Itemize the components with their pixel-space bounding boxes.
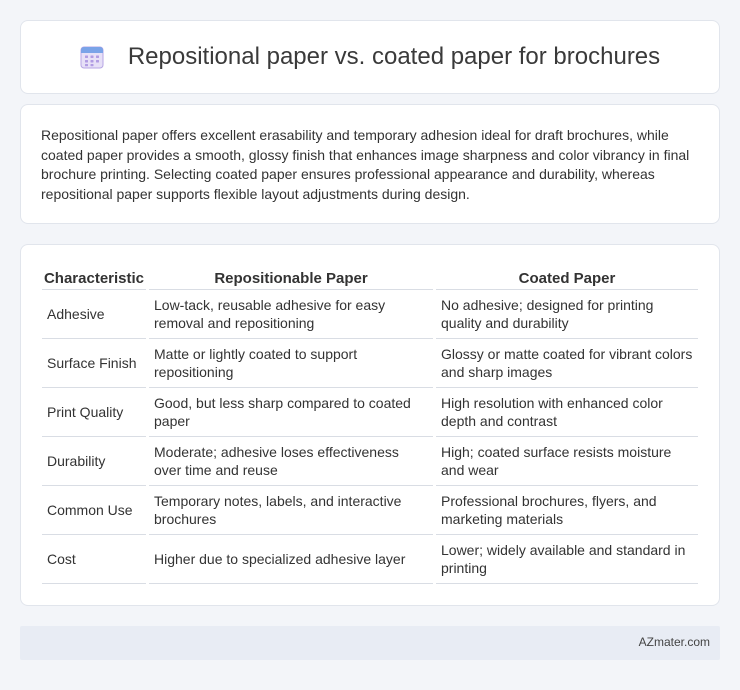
title-card: Repositional paper vs. coated paper for …	[20, 20, 720, 94]
table-row: Adhesive Low-tack, reusable adhesive for…	[42, 290, 698, 339]
row-label: Print Quality	[42, 388, 146, 437]
table-row: Surface Finish Matte or lightly coated t…	[42, 339, 698, 388]
repositionable-cell: Higher due to specialized adhesive layer	[149, 535, 433, 584]
row-label: Common Use	[42, 486, 146, 535]
table-row: Print Quality Good, but less sharp compa…	[42, 388, 698, 437]
table-row: Cost Higher due to specialized adhesive …	[42, 535, 698, 584]
intro-paragraph: Repositional paper offers excellent eras…	[41, 127, 690, 202]
coated-cell: No adhesive; designed for printing quali…	[436, 290, 698, 339]
coated-cell: Glossy or matte coated for vibrant color…	[436, 339, 698, 388]
coated-cell: High resolution with enhanced color dept…	[436, 388, 698, 437]
coated-cell: Lower; widely available and standard in …	[436, 535, 698, 584]
coated-cell: High; coated surface resists moisture an…	[436, 437, 698, 486]
repositionable-cell: Low-tack, reusable adhesive for easy rem…	[149, 290, 433, 339]
intro-card: Repositional paper offers excellent eras…	[20, 104, 720, 224]
row-label: Adhesive	[42, 290, 146, 339]
footer-site-name: AZmater.com	[638, 635, 710, 649]
row-label: Cost	[42, 535, 146, 584]
repositionable-cell: Matte or lightly coated to support repos…	[149, 339, 433, 388]
table-row: Durability Moderate; adhesive loses effe…	[42, 437, 698, 486]
comparison-table: Characteristic Repositionable Paper Coat…	[39, 264, 701, 584]
table-card: Characteristic Repositionable Paper Coat…	[20, 244, 720, 606]
calendar-icon	[80, 46, 104, 69]
repositionable-cell: Moderate; adhesive loses effectiveness o…	[149, 437, 433, 486]
header-characteristic: Characteristic	[42, 264, 146, 290]
row-label: Durability	[42, 437, 146, 486]
header-coated-paper: Coated Paper	[436, 264, 698, 290]
footer: AZmater.com	[20, 626, 720, 660]
header-repositionable-paper: Repositionable Paper	[149, 264, 433, 290]
repositionable-cell: Temporary notes, labels, and interactive…	[149, 486, 433, 535]
row-label: Surface Finish	[42, 339, 146, 388]
table-row: Common Use Temporary notes, labels, and …	[42, 486, 698, 535]
table-header-row: Characteristic Repositionable Paper Coat…	[42, 264, 698, 290]
coated-cell: Professional brochures, flyers, and mark…	[436, 486, 698, 535]
page-title: Repositional paper vs. coated paper for …	[127, 43, 661, 70]
title-wrap: Repositional paper vs. coated paper for …	[80, 43, 660, 71]
repositionable-cell: Good, but less sharp compared to coated …	[149, 388, 433, 437]
